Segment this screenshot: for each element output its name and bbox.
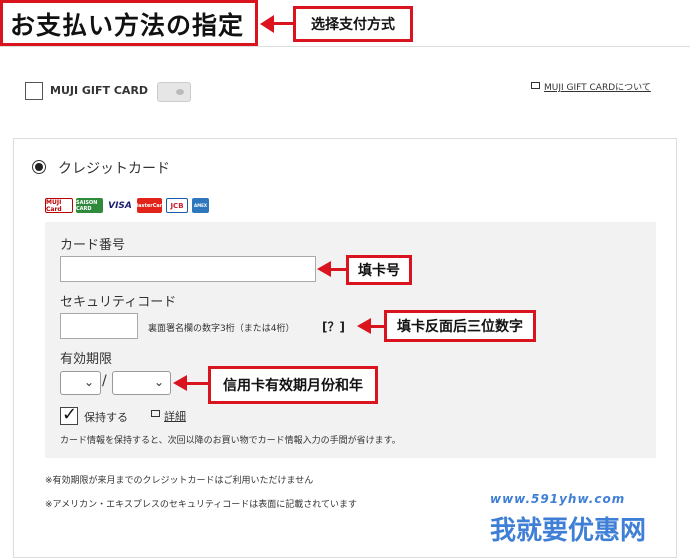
external-link-icon [531,82,540,89]
muji-card-logo: MUJI Card [45,198,73,213]
saison-card-logo: SAISON CARD [76,198,103,213]
security-code-label: セキュリティコード [60,295,177,310]
gift-card-icon [157,82,191,102]
annotation-arrowhead [173,375,187,391]
gift-card-checkbox[interactable] [25,82,43,100]
amex-note: ※アメリカン・エキスプレスのセキュリティコードは表面に記載されています [45,500,358,510]
visa-logo: VISA [106,198,134,213]
card-number-input[interactable] [60,256,316,282]
annotation-expiry: 信用卡有效期月份和年 [208,366,378,404]
expiry-note: ※有効期限が来月までのクレジットカードはご利用いただけません [45,476,314,486]
credit-card-label: クレジットカード [58,161,170,177]
checkmark-icon: ✓ [62,404,78,425]
expiry-year-select[interactable]: ⌄ [112,371,171,395]
security-help-link[interactable]: [？] [322,318,345,335]
amex-logo: AMEX [192,198,209,213]
save-card-note: カード情報を保持すると、次回以降のお買い物でカード情報入力の手間が省けます。 [60,436,401,446]
annotation-security-code: 填卡反面后三位数字 [384,310,536,342]
gift-card-label: MUJI GIFT CARD [50,84,149,97]
chevron-down-icon: ⌄ [83,375,94,389]
jcb-logo: JCB [166,198,188,213]
annotation-arrowhead [260,15,274,33]
save-card-checkbox[interactable]: ✓ [60,404,78,425]
credit-card-radio[interactable] [32,160,46,174]
save-card-label: 保持する [84,411,128,424]
external-link-icon [151,410,160,417]
details-link[interactable]: 詳細 [164,408,186,424]
expiry-label: 有効期限 [60,352,113,367]
gift-card-info-link[interactable]: MUJI GIFT CARDについて [544,80,651,93]
expiry-month-select[interactable]: ⌄ [60,371,101,395]
watermark-brand: 我就要优惠网 [490,516,647,546]
mastercard-logo: MasterCard [133,198,166,213]
divider [0,46,690,47]
annotation-arrowhead [317,261,331,277]
expiry-separator: / [102,373,107,389]
annotation-arrow [330,268,346,271]
annotation-arrowhead [357,318,371,334]
chevron-down-icon: ⌄ [153,375,164,389]
card-number-label: カード番号 [60,238,126,253]
security-code-input[interactable] [60,313,138,339]
watermark-url: www.591yhw.com [490,492,626,506]
page-title: お支払い方法の指定 [10,11,245,40]
annotation-arrow [272,22,294,25]
annotation-arrow [186,382,208,385]
annotation-card-number: 填卡号 [346,255,412,285]
security-code-hint: 裏面署名欄の数字3桁（または4桁） [148,324,295,334]
annotation-title: 选择支付方式 [293,6,413,42]
